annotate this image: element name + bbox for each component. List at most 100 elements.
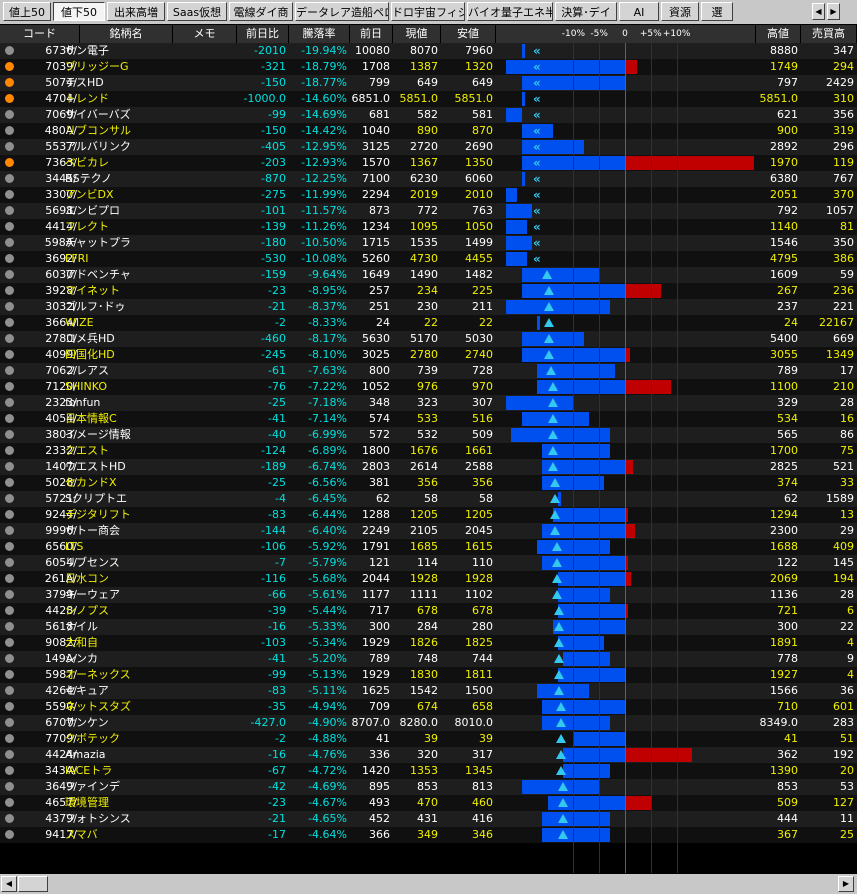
prev-close: 1800 [362, 444, 390, 457]
range-bar-down [506, 252, 527, 266]
table-row[interactable]: 6030/アドベンチャ -159 -9.64% 1649 1490 1482 1609 59 [0, 267, 857, 283]
status-dot-icon [5, 94, 14, 103]
tab-5[interactable]: 電線ダイ商 [229, 2, 293, 21]
header-change[interactable]: 前日比 [237, 25, 289, 43]
table-row[interactable]: 9417/スマバ -17 -4.64% 366 349 346 367 25 [0, 827, 857, 843]
table-row[interactable]: 4424/Amazia -16 -4.76% 336 320 317 362 192 [0, 747, 857, 763]
change-pct: -4.67% [308, 796, 347, 809]
table-row[interactable]: 480A/リブコンサル -150 -14.42% 1040 890 870 900 319 « [0, 123, 857, 139]
tab-scroll-right-icon[interactable]: ▶ [827, 3, 840, 20]
table-row[interactable]: 3799/キーウェア -66 -5.61% 1177 1111 1102 1136 28 [0, 587, 857, 603]
table-row[interactable]: 9082/大和自 -103 -5.34% 1929 1826 1825 1891 4 [0, 635, 857, 651]
prev-close: 381 [369, 476, 390, 489]
table-row[interactable]: 7709/クボテック -2 -4.88% 41 39 39 41 51 [0, 731, 857, 747]
table-row[interactable]: 4428/シノプス -39 -5.44% 717 678 678 721 6 [0, 603, 857, 619]
stock-name: アルバリンク [65, 140, 131, 153]
scroll-left-icon[interactable]: ◀ [1, 876, 17, 892]
table-row[interactable]: 7062/フレアス -61 -7.63% 800 739 728 789 17 [0, 363, 857, 379]
header-name[interactable]: 銘柄名 [80, 25, 173, 43]
table-row[interactable]: 9996/サトー商会 -144 -6.40% 2249 2105 2045 2300 29 [0, 523, 857, 539]
table-row[interactable]: 4264/セキュア -83 -5.11% 1625 1542 1500 1566 36 [0, 683, 857, 699]
table-row[interactable]: 1407/ウエストHD -189 -6.74% 2803 2614 2588 2825 521 [0, 459, 857, 475]
header-code[interactable]: コード [0, 25, 80, 43]
table-row[interactable]: 2323/fonfun -25 -7.18% 348 323 307 329 28 [0, 395, 857, 411]
tab-scroll-left-icon[interactable]: ◀ [812, 3, 825, 20]
bar-tick-label: 0 [622, 29, 628, 39]
table-row[interactable]: 3032/ゴルフ･ドゥ -21 -8.37% 251 230 211 237 221 [0, 299, 857, 315]
table-row[interactable]: 3445/RSテクノ -870 -12.25% 7100 6230 6060 6380 767… [0, 171, 857, 187]
low-price: 211 [472, 300, 493, 313]
header-bar[interactable]: -10% -5% 0 +5% +10% [496, 25, 756, 43]
table-row[interactable]: 5987/オーネックス -99 -5.13% 1929 1830 1811 1927 4 [0, 667, 857, 683]
table-row[interactable]: 3928/マイネット -23 -8.95% 257 234 225 267 236 [0, 283, 857, 299]
prev-close: 2294 [362, 188, 390, 201]
tab-8[interactable]: バイオ量子エネ半導 [467, 2, 553, 21]
tab-12[interactable]: 選 [701, 2, 733, 21]
header-change-pct[interactable]: 騰落率 [289, 25, 350, 43]
table-row[interactable]: 9244/デジタリフト -83 -6.44% 1288 1205 1205 1294 13 [0, 507, 857, 523]
header-low[interactable]: 安値 [441, 25, 496, 43]
scroll-right-icon[interactable]: ▶ [838, 876, 854, 892]
table-row[interactable]: 4704/トレンド -1000.0 -14.60% 6851.0 5851.0 5851.… [0, 91, 857, 107]
prev-close: 5630 [362, 332, 390, 345]
tab-9[interactable]: 決算･デイ [555, 2, 617, 21]
table-row[interactable]: 5698/エンビプロ -101 -11.57% 873 772 763 792 1057 « [0, 203, 857, 219]
table-row[interactable]: 5721/Sクリプトエ -4 -6.45% 62 58 58 62 1589 [0, 491, 857, 507]
table-row[interactable]: 5537/アルバリンク -405 -12.95% 3125 2720 2690 2892 29… [0, 139, 857, 155]
table-row[interactable]: 6054/リブセンス -7 -5.79% 121 114 110 122 145 [0, 555, 857, 571]
trade-volume: 210 [833, 380, 854, 393]
table-row[interactable]: 7069/サイバーバズ -99 -14.69% 681 582 581 621 356 « [0, 107, 857, 123]
status-dot-icon [5, 782, 14, 791]
change-value: -16 [268, 748, 286, 761]
table-row[interactable]: 7039/ブリッジーG -321 -18.79% 1708 1387 1320 1749 29… [0, 59, 857, 75]
table-row[interactable]: 4054/日本情報C -41 -7.14% 574 533 516 534 16 [0, 411, 857, 427]
table-row[interactable]: 7120/SHINKO -76 -7.22% 1052 976 970 1100 210 [0, 379, 857, 395]
tab-4[interactable]: Saas仮想 [167, 2, 227, 21]
table-row[interactable]: 5590/ネットスタズ -35 -4.94% 709 674 658 710 601 [0, 699, 857, 715]
table-row[interactable]: 261A/日水コン -116 -5.68% 2044 1928 1928 2069 194 [0, 571, 857, 587]
header-trade-high[interactable]: 売買高 [801, 25, 857, 43]
table-row[interactable]: 598A/チャットプラ -180 -10.50% 1715 1535 1499 1546 35… [0, 235, 857, 251]
table-row[interactable]: 3664/WIZE -2 -8.33% 24 22 22 24 22167 [0, 315, 857, 331]
header-price[interactable]: 現値 [393, 25, 441, 43]
table-row[interactable]: 7363/ベビカレ -203 -12.93% 1570 1367 1350 1970 119 « [0, 155, 857, 171]
header-high[interactable]: 高値 [756, 25, 801, 43]
table-row[interactable]: 6707/サンケン -427.0 -4.90% 8707.0 8280.0 8010.0 8… [0, 715, 857, 731]
table-row[interactable]: 3692/FFRI -530 -10.08% 5260 4730 4455 4795 386 « [0, 251, 857, 267]
table-row[interactable]: 4414/フレクト -139 -11.26% 1234 1095 1050 1140 81 « [0, 219, 857, 235]
header-memo[interactable]: メモ [173, 25, 237, 43]
tab-7[interactable]: ドロ宇宙フィジAI [391, 2, 465, 21]
table-row[interactable]: 149A/シンカ -41 -5.20% 789 748 744 778 9 [0, 651, 857, 667]
table-row[interactable]: 5074/テスHD -150 -18.77% 799 649 649 797 2429 « [0, 75, 857, 91]
table-row[interactable]: 3300/アンビDX -275 -11.99% 2294 2019 2010 2051 370… [0, 187, 857, 203]
tab-1[interactable]: 値上50 [3, 2, 51, 21]
change-value: -76 [268, 380, 286, 393]
off-scale-chevron-icon: « [533, 140, 541, 154]
tab-10[interactable]: AI [619, 2, 659, 21]
table-row[interactable]: 6560/LTS -106 -5.92% 1791 1685 1615 1688 409 [0, 539, 857, 555]
table-row[interactable]: 2780/コメ兵HD -460 -8.17% 5630 5170 5030 5400 669 [0, 331, 857, 347]
table-row[interactable]: 5618/ナイル -16 -5.33% 300 284 280 300 22 [0, 619, 857, 635]
range-bar-down [557, 572, 625, 586]
price-marker-icon [543, 302, 554, 311]
stock-name: クボテック [65, 732, 120, 745]
horizontal-scrollbar[interactable]: ◀ ▶ [0, 874, 857, 894]
change-pct: -14.42% [301, 124, 347, 137]
table-row[interactable]: 343A/IACEトラ -67 -4.72% 1420 1353 1345 1390 20 [0, 763, 857, 779]
tab-6[interactable]: データレア造船ペロ銀行 [295, 2, 389, 21]
tab-11[interactable]: 資源 [661, 2, 699, 21]
table-row[interactable]: 5028/セカンドX -25 -6.56% 381 356 356 374 33 [0, 475, 857, 491]
prev-close: 1177 [362, 588, 390, 601]
table-row[interactable]: 4379/フォトシンス -21 -4.65% 452 431 416 444 11 [0, 811, 857, 827]
table-row[interactable]: 2332/クエスト -124 -6.89% 1800 1676 1661 1700 75 [0, 443, 857, 459]
table-row[interactable]: 4657/環境管理 -23 -4.67% 493 470 460 509 127 [0, 795, 857, 811]
tab-2[interactable]: 値下50 [53, 2, 105, 21]
table-row[interactable]: 3649/ファインデ -42 -4.69% 895 853 813 853 53 [0, 779, 857, 795]
tab-3[interactable]: 出来高増 [107, 2, 165, 21]
scroll-thumb[interactable] [18, 876, 48, 892]
table-row[interactable]: 3803/イメージ情報 -40 -6.99% 572 532 509 565 86 [0, 427, 857, 443]
change-pct: -11.99% [301, 188, 347, 201]
header-prev[interactable]: 前日 [350, 25, 393, 43]
table-row[interactable]: 6736/サン電子 -2010 -19.94% 10080 8070 7960 8880 34… [0, 43, 857, 59]
table-row[interactable]: 4099/四国化HD -245 -8.10% 3025 2780 2740 3055 1349 [0, 347, 857, 363]
